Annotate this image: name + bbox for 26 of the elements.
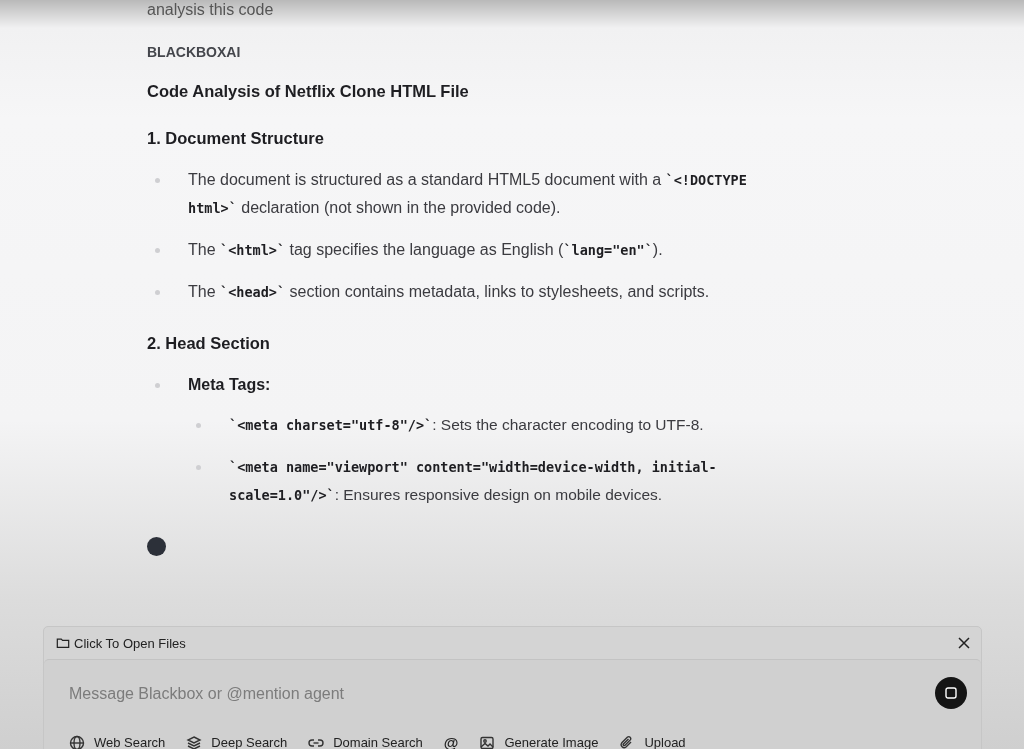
close-icon[interactable] [957,636,971,650]
tool-button[interactable]: Web Search [69,734,166,749]
message-input[interactable]: Message Blackbox or @mention agent [69,683,889,705]
tool-button[interactable]: Generate Image [479,734,599,749]
list-item-text: The `<head>` section contains metadata, links to stylesheets, and scripts. [188,282,710,302]
list-item-text: Meta Tags: [188,375,272,395]
response-title: Code Analysis of Netflix Clone HTML File [147,82,470,101]
user-message: analysis this code [147,0,274,20]
list-item-text: The document is structured as a standard HTML5 document with a `<!DOCTYPE html>` declaration (not shown in the provided code). [188,170,748,218]
open-files-button[interactable]: Click To Open Files [56,635,186,651]
typing-indicator [147,537,166,556]
layers-icon [186,734,203,749]
sender-name: BLACKBOXAI [147,44,241,60]
folder-icon [56,636,70,650]
list-item-text: `<meta charset="utf-8"/>`: Sets the character encoding to UTF-8. [229,415,704,435]
upload-button[interactable]: Upload [619,734,686,749]
section-heading: 2. Head Section [147,334,271,353]
stop-icon [945,687,957,699]
list-item-text: The `<html>` tag specifies the language as English (`lang="en"`). [188,240,663,260]
section-heading: 1. Document Structure [147,129,325,148]
image-icon [479,734,496,749]
list-item-text: `<meta name="viewport" content="width=device-width, initial-scale=1.0"/>`: Ensures responsive design on mobile devices. [229,458,718,505]
stop-button[interactable] [935,677,967,709]
tool-button[interactable]: Deep Search [186,734,288,749]
tool-button[interactable]: Domain Search [308,734,423,749]
globe-icon [69,734,85,749]
